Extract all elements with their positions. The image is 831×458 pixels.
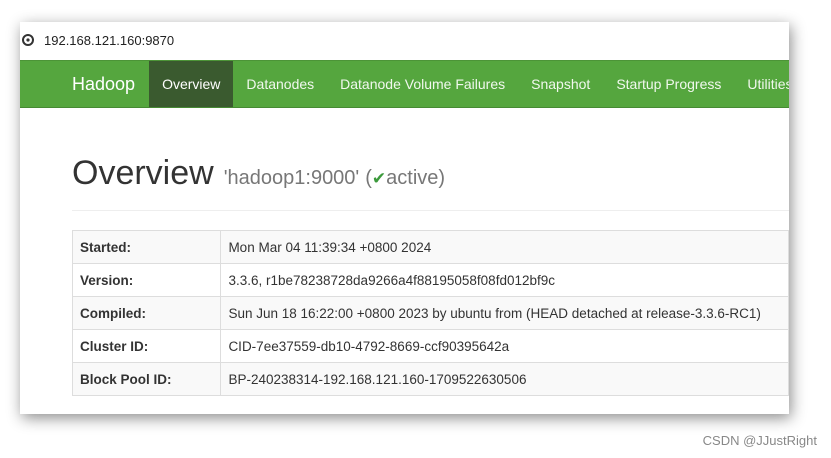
address-bar[interactable]: 192.168.121.160:9870 bbox=[20, 22, 789, 58]
nav-datanode-volume-failures[interactable]: Datanode Volume Failures bbox=[327, 61, 518, 107]
row-value: Sun Jun 18 16:22:00 +0800 2023 by ubuntu… bbox=[220, 296, 789, 330]
nav-datanodes[interactable]: Datanodes bbox=[233, 61, 327, 107]
row-value: 3.3.6, r1be78238728da9266a4f88195058f08f… bbox=[220, 263, 789, 297]
page-info-icon[interactable] bbox=[22, 34, 34, 46]
row-value: CID-7ee37559-db10-4792-8669-ccf90395642a bbox=[220, 329, 789, 363]
check-icon: ✔ bbox=[371, 169, 387, 188]
table-row: Block Pool ID: BP-240238314-192.168.121.… bbox=[71, 362, 789, 396]
url-text[interactable]: 192.168.121.160:9870 bbox=[44, 33, 174, 48]
namenode-status: (✔active) bbox=[365, 167, 445, 190]
nav-utilities-dropdown[interactable]: Utilities bbox=[734, 61, 789, 107]
row-key: Block Pool ID: bbox=[71, 362, 222, 396]
nav-overview[interactable]: Overview bbox=[149, 61, 234, 107]
row-key: Cluster ID: bbox=[71, 329, 222, 363]
table-row: Version: 3.3.6, r1be78238728da9266a4f881… bbox=[71, 263, 789, 297]
page-title: Overview bbox=[72, 154, 214, 192]
row-key: Started: bbox=[71, 230, 222, 264]
nav-snapshot[interactable]: Snapshot bbox=[518, 61, 603, 107]
top-navbar: Hadoop Overview Datanodes Datanode Volum… bbox=[20, 60, 789, 108]
nav-startup-progress[interactable]: Startup Progress bbox=[603, 61, 734, 107]
row-key: Version: bbox=[71, 263, 222, 297]
namenode-host: 'hadoop1:9000' bbox=[223, 167, 360, 189]
status-open-paren: ( bbox=[365, 167, 372, 189]
csdn-watermark: CSDN @JJustRight bbox=[702, 433, 817, 448]
row-key: Compiled: bbox=[71, 296, 222, 330]
status-close-paren: ) bbox=[438, 167, 446, 189]
row-value: Mon Mar 04 11:39:34 +0800 2024 bbox=[220, 230, 789, 264]
page-header: Overview 'hadoop1:9000' (✔active) bbox=[72, 154, 789, 211]
row-value: BP-240238314-192.168.121.160-17095226305… bbox=[220, 362, 789, 396]
status-text: active bbox=[386, 167, 439, 189]
table-row: Cluster ID: CID-7ee37559-db10-4792-8669-… bbox=[71, 329, 789, 363]
browser-screenshot: 192.168.121.160:9870 Hadoop Overview Dat… bbox=[20, 22, 789, 414]
table-row: Started: Mon Mar 04 11:39:34 +0800 2024 bbox=[71, 230, 789, 264]
overview-info-table: Started: Mon Mar 04 11:39:34 +0800 2024 … bbox=[71, 230, 789, 396]
nav-utilities-label: Utilities bbox=[747, 76, 789, 92]
brand-logo-text[interactable]: Hadoop bbox=[20, 61, 149, 107]
table-row: Compiled: Sun Jun 18 16:22:00 +0800 2023… bbox=[71, 296, 789, 330]
